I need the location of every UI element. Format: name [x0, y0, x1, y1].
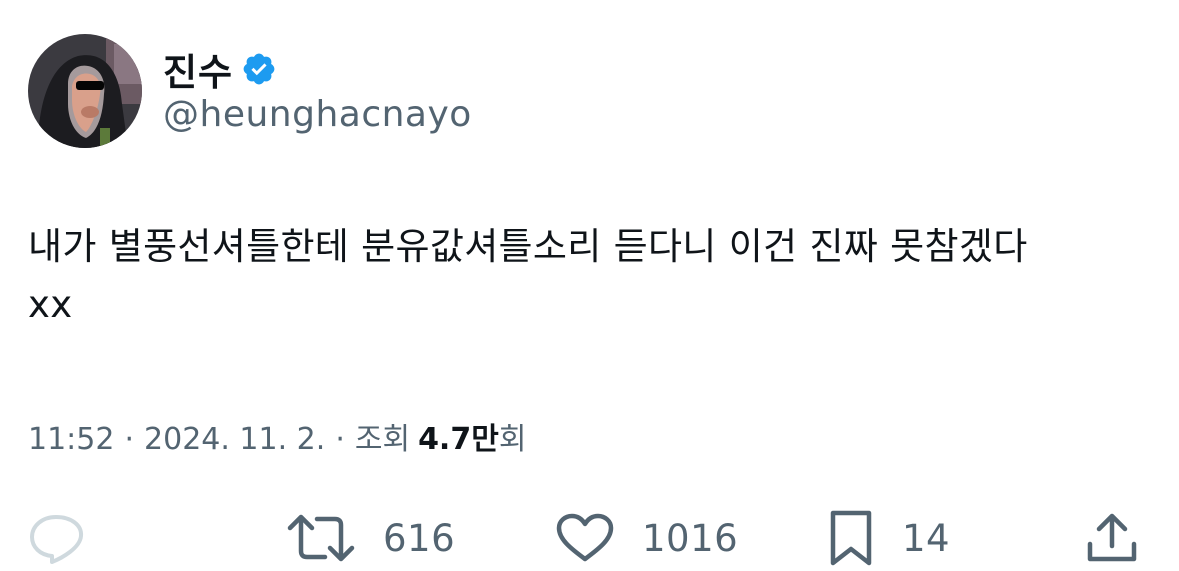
tweet-text: 내가 별풍선셔틀한테 분유값셔틀소리 듣다니 이건 진짜 못참겠다 xx: [28, 225, 1028, 326]
avatar[interactable]: [28, 34, 142, 148]
meta-separator: ·: [335, 422, 345, 457]
views-label: 조회: [354, 422, 411, 457]
hooded-sunglasses-avatar-icon: [28, 34, 142, 148]
bookmark-icon: [830, 510, 872, 566]
bookmark-count: 14: [902, 516, 951, 560]
meta-separator: ·: [124, 422, 135, 457]
views-count[interactable]: 4.7만: [418, 414, 499, 458]
share-icon: [1087, 513, 1137, 562]
verified-badge-icon[interactable]: [241, 51, 277, 87]
like-count: 1016: [642, 516, 739, 560]
share-button[interactable]: [1086, 505, 1138, 571]
tweet-action-bar: 616 1016 14: [0, 505, 1179, 571]
like-button[interactable]: 1016: [556, 505, 738, 571]
author-handle[interactable]: @heunghacnayo: [163, 94, 472, 135]
author-display-name[interactable]: 진수: [163, 42, 233, 96]
retweet-button[interactable]: 616: [287, 505, 455, 571]
bookmark-button[interactable]: 14: [828, 505, 950, 571]
reply-button[interactable]: [28, 505, 86, 571]
heart-icon: [556, 513, 614, 562]
retweet-icon: [287, 514, 355, 562]
retweet-count: 616: [383, 516, 456, 560]
views-suffix: 회: [498, 422, 527, 457]
author-name-row: 진수: [163, 44, 277, 94]
reply-icon: [30, 515, 84, 564]
tweet-meta: 11:52 · 2024. 11. 2. · 조회 4.7만 회: [28, 414, 526, 458]
tweet-date[interactable]: 2024. 11. 2.: [144, 422, 325, 457]
tweet-time[interactable]: 11:52: [28, 422, 114, 457]
